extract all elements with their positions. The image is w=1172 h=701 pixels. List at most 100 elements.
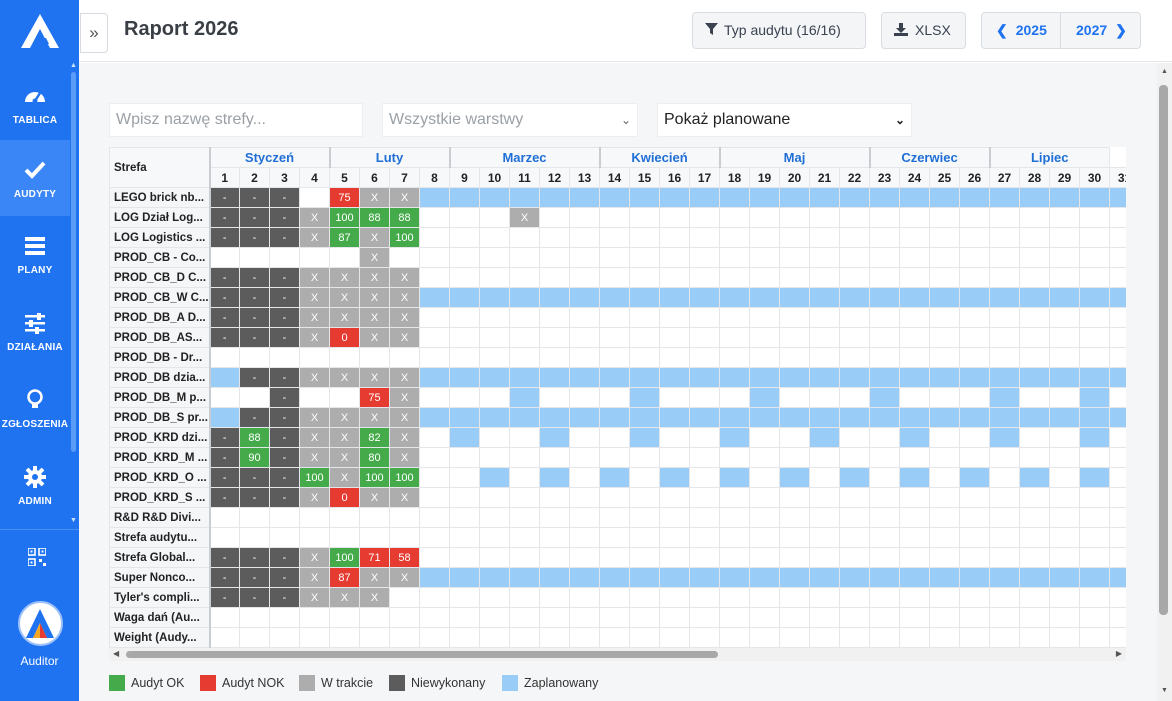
audit-planned-cell[interactable]: [479, 567, 510, 588]
audit-planned-cell[interactable]: [719, 367, 750, 388]
audit-planned-cell[interactable]: [539, 187, 570, 208]
zone-name[interactable]: Strefa audytu...: [109, 527, 211, 548]
audit-planned-cell[interactable]: [659, 187, 690, 208]
audit-planned-cell[interactable]: [809, 367, 840, 388]
audit-not-done-cell[interactable]: -: [239, 487, 270, 508]
audit-in-progress-cell[interactable]: X: [329, 267, 360, 288]
audit-planned-cell[interactable]: [839, 567, 870, 588]
audit-not-done-cell[interactable]: -: [269, 387, 300, 408]
audit-not-done-cell[interactable]: -: [239, 587, 270, 608]
audit-in-progress-cell[interactable]: X: [389, 287, 420, 308]
audit-not-done-cell[interactable]: -: [239, 227, 270, 248]
zone-name[interactable]: PROD_CB - Co...: [109, 247, 211, 268]
audit-in-progress-cell[interactable]: X: [389, 427, 420, 448]
audit-not-done-cell[interactable]: -: [269, 267, 300, 288]
audit-planned-cell[interactable]: [839, 187, 870, 208]
audit-not-done-cell[interactable]: -: [209, 587, 240, 608]
zone-name[interactable]: PROD_DB_S pr...: [109, 407, 211, 428]
audit-in-progress-cell[interactable]: X: [389, 387, 420, 408]
sidebar-scroll-up-icon[interactable]: ▲: [70, 62, 77, 69]
audit-planned-cell[interactable]: [1079, 567, 1110, 588]
audit-ok-cell[interactable]: 100: [299, 467, 330, 488]
audit-in-progress-cell[interactable]: X: [329, 407, 360, 428]
audit-planned-cell[interactable]: [629, 407, 660, 428]
audit-in-progress-cell[interactable]: X: [299, 267, 330, 288]
sidebar-scroll-down-icon[interactable]: ▼: [70, 517, 77, 524]
audit-not-done-cell[interactable]: -: [269, 547, 300, 568]
audit-planned-cell[interactable]: [659, 567, 690, 588]
audit-in-progress-cell[interactable]: X: [299, 407, 330, 428]
audit-in-progress-cell[interactable]: X: [299, 207, 330, 228]
audit-planned-cell[interactable]: [479, 187, 510, 208]
audit-planned-cell[interactable]: [1019, 407, 1050, 428]
audit-planned-cell[interactable]: [599, 287, 630, 308]
audit-ok-cell[interactable]: 88: [359, 207, 390, 228]
audit-planned-cell[interactable]: [899, 187, 930, 208]
audit-planned-cell[interactable]: [689, 187, 720, 208]
audit-in-progress-cell[interactable]: X: [359, 307, 390, 328]
audit-in-progress-cell[interactable]: X: [299, 447, 330, 468]
audit-planned-cell[interactable]: [419, 287, 450, 308]
app-logo-icon[interactable]: [21, 14, 59, 48]
audit-planned-cell[interactable]: [779, 367, 810, 388]
audit-not-done-cell[interactable]: -: [209, 547, 240, 568]
audit-planned-cell[interactable]: [749, 387, 780, 408]
audit-planned-cell[interactable]: [869, 187, 900, 208]
audit-planned-cell[interactable]: [899, 407, 930, 428]
audit-planned-cell[interactable]: [539, 287, 570, 308]
audit-in-progress-cell[interactable]: X: [329, 367, 360, 388]
audit-planned-cell[interactable]: [1109, 287, 1126, 308]
audit-planned-cell[interactable]: [569, 567, 600, 588]
audit-type-filter-button[interactable]: Typ audytu (16/16): [692, 12, 866, 49]
audit-planned-cell[interactable]: [689, 367, 720, 388]
audit-not-done-cell[interactable]: -: [269, 227, 300, 248]
audit-in-progress-cell[interactable]: X: [329, 587, 360, 608]
audit-planned-cell[interactable]: [509, 367, 540, 388]
audit-planned-cell[interactable]: [869, 407, 900, 428]
audit-planned-cell[interactable]: [929, 567, 960, 588]
audit-not-done-cell[interactable]: -: [239, 327, 270, 348]
audit-planned-cell[interactable]: [809, 187, 840, 208]
audit-not-done-cell[interactable]: -: [269, 447, 300, 468]
audit-planned-cell[interactable]: [809, 427, 840, 448]
audit-planned-cell[interactable]: [629, 387, 660, 408]
audit-in-progress-cell[interactable]: X: [359, 567, 390, 588]
audit-planned-cell[interactable]: [719, 427, 750, 448]
audit-planned-cell[interactable]: [509, 287, 540, 308]
audit-planned-cell[interactable]: [1079, 287, 1110, 308]
audit-planned-cell[interactable]: [659, 287, 690, 308]
audit-planned-cell[interactable]: [1049, 567, 1080, 588]
audit-planned-cell[interactable]: [719, 567, 750, 588]
audit-not-done-cell[interactable]: -: [239, 407, 270, 428]
audit-planned-cell[interactable]: [629, 367, 660, 388]
audit-in-progress-cell[interactable]: X: [359, 187, 390, 208]
audit-in-progress-cell[interactable]: X: [299, 367, 330, 388]
audit-not-done-cell[interactable]: -: [209, 567, 240, 588]
audit-ok-cell[interactable]: 100: [329, 547, 360, 568]
audit-planned-cell[interactable]: [659, 407, 690, 428]
audit-in-progress-cell[interactable]: X: [389, 367, 420, 388]
audit-nok-cell[interactable]: 71: [359, 547, 390, 568]
audit-not-done-cell[interactable]: -: [269, 427, 300, 448]
audit-planned-cell[interactable]: [899, 567, 930, 588]
audit-planned-cell[interactable]: [449, 567, 480, 588]
audit-planned-cell[interactable]: [1109, 367, 1126, 388]
audit-not-done-cell[interactable]: -: [209, 267, 240, 288]
scroll-up-icon[interactable]: ▲: [1161, 68, 1168, 75]
audit-planned-cell[interactable]: [839, 367, 870, 388]
audit-ok-cell[interactable]: 90: [239, 447, 270, 468]
audit-not-done-cell[interactable]: -: [239, 367, 270, 388]
audit-nok-cell[interactable]: 0: [329, 487, 360, 508]
audit-nok-cell[interactable]: 75: [329, 187, 360, 208]
audit-planned-cell[interactable]: [839, 467, 870, 488]
audit-not-done-cell[interactable]: -: [239, 267, 270, 288]
audit-planned-cell[interactable]: [539, 427, 570, 448]
audit-planned-cell[interactable]: [929, 187, 960, 208]
zone-name[interactable]: Tyler's compli...: [109, 587, 211, 608]
audit-planned-cell[interactable]: [449, 367, 480, 388]
audit-planned-cell[interactable]: [959, 367, 990, 388]
audit-planned-cell[interactable]: [989, 387, 1020, 408]
audit-not-done-cell[interactable]: -: [239, 307, 270, 328]
audit-in-progress-cell[interactable]: X: [329, 467, 360, 488]
audit-planned-cell[interactable]: [629, 427, 660, 448]
